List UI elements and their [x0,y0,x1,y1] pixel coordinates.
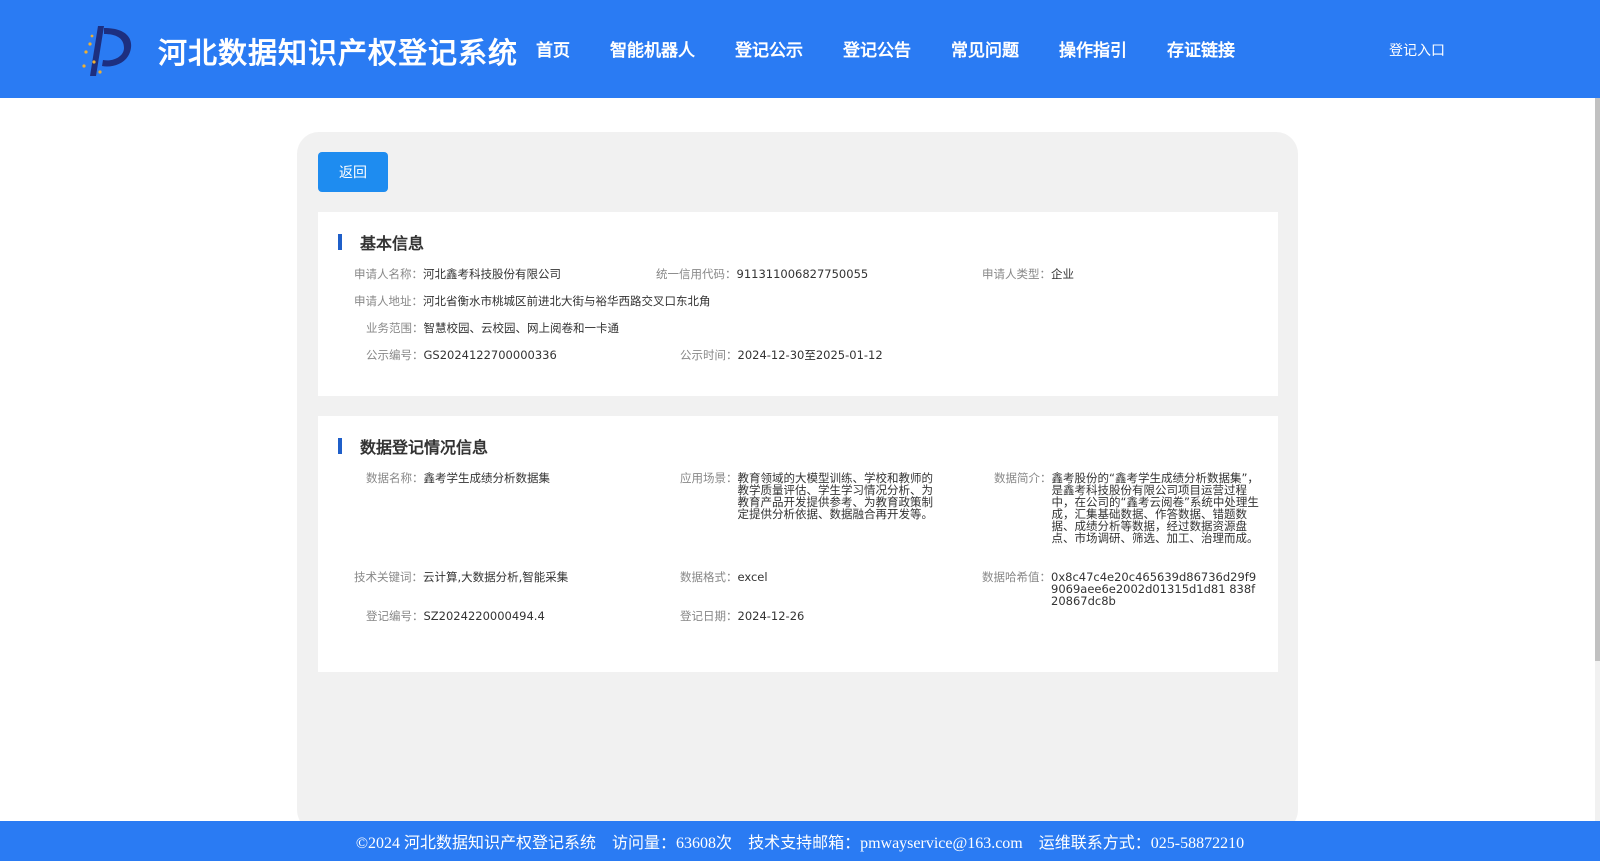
scenario-value: 教育领域的大模型训练、学校和教师的教学质量评估、学生学习情况分析、为教育产品开发… [737,471,934,521]
field-label: 申请人地址： [354,294,423,308]
reg-date-field: 登记日期： 2024-12-26 [680,610,804,622]
data-name-field: 数据名称： 鑫考学生成绩分析数据集 [366,472,666,484]
format-value: excel [737,570,768,584]
basic-info-title: 基本信息 [360,234,425,253]
basic-info-card: 基本信息 申请人名称： 河北鑫考科技股份有限公司 统一信用代码： 9113110… [318,212,1278,396]
nav-registration-notice[interactable]: 登记公示 [735,36,803,61]
section-title: 基本信息 [338,232,425,253]
business-scope-value: 智慧校园、云校园、网上阅卷和一卡通 [423,321,620,335]
reg-date-value: 2024-12-26 [737,609,805,623]
data-name-value: 鑫考学生成绩分析数据集 [423,471,551,485]
data-info-card: 数据登记情况信息 数据名称： 鑫考学生成绩分析数据集 应用场景： 教育领域的大模… [318,416,1278,672]
nav-registration-announcement[interactable]: 登记公告 [843,36,911,61]
notice-time-field: 公示时间： 2024-12-30至2025-01-12 [680,349,883,361]
data-info-title: 数据登记情况信息 [360,438,489,457]
footer-copyright: ©2024 河北数据知识产权登记系统 [355,835,597,852]
field-label: 公示编号： [366,348,424,362]
credit-code-value: 91131100682775005​5 [736,267,869,281]
applicant-type-value: 企业 [1051,267,1074,281]
reg-no-value: SZ2024220000494.4 [423,609,545,623]
top-header: 河北数据知识产权登记系统 首页 智能机器人 登记公示 登记公告 常见问题 操作指… [0,0,1600,98]
keywords-value: 云计算,大数据分析,智能采集 [423,570,569,584]
hash-value: 0x8c47c4e20c465639d86736d29f99069aee6e20… [1051,570,1257,608]
footer-phone: 运维联系方式：025-58872210 [1038,835,1245,852]
intro-value: 鑫考股份的“鑫考学生成绩分析数据集”，是鑫考科技股份有限公司项目运营过程中，在公… [1051,471,1259,545]
business-scope-field: 业务范围： 智慧校园、云校园、网上阅卷和一卡通 [366,322,619,334]
section-marker [338,438,342,454]
back-button[interactable]: 返回 [318,152,388,192]
section-title: 数据登记情况信息 [338,436,489,457]
credit-code-field: 统一信用代码： 91131100682775005​5 [656,268,868,280]
field-label: 业务范围： [366,321,424,335]
applicant-type-field: 申请人类型： 企业 [982,268,1074,280]
address-field: 申请人地址： 河北省衡水市桃城区前进北大街与裕华西路交叉口东北角 [354,295,711,307]
footer-email: 技术支持邮箱：pmwayservice@163.com [748,835,1023,852]
hash-field: 数据哈希值： 0x8c47c4e20c465639d86736d29f99069… [982,571,1262,607]
field-label: 申请人名称： [354,267,423,281]
footer-visits: 访问量：63608次 [612,835,733,852]
field-label: 数据哈希值： [982,570,1051,584]
login-link[interactable]: 登记入口 [1389,40,1445,60]
notice-time-value: 2024-12-30至2025-01-12 [737,348,883,362]
nav-faq[interactable]: 常见问题 [951,36,1019,61]
address-value: 河北省衡水市桃城区前进北大街与裕华西路交叉口东北角 [423,294,711,308]
applicant-name-field: 申请人名称： 河北鑫考科技股份有限公司 [354,268,561,280]
site-title: 河北数据知识产权登记系统 [158,36,519,70]
field-label: 公示时间： [680,348,738,362]
site-logo[interactable] [80,22,136,80]
field-label: 登记编号： [366,609,424,623]
field-label: 数据名称： [366,471,424,485]
applicant-name-value: 河北鑫考科技股份有限公司 [423,267,561,281]
field-label: 申请人类型： [982,267,1051,281]
notice-no-value: GS2024122700000336 [423,348,557,362]
reg-no-field: 登记编号： SZ2024220000494.4 [366,610,545,622]
scrollbar-thumb[interactable] [1595,98,1600,661]
footer: ©2024 河北数据知识产权登记系统 访问量：63608次 技术支持邮箱：pmw… [0,821,1600,861]
nav-guide[interactable]: 操作指引 [1059,36,1127,61]
main-nav: 首页 智能机器人 登记公示 登记公告 常见问题 操作指引 存证链接 [516,36,1255,61]
nav-home[interactable]: 首页 [536,36,570,61]
field-label: 数据格式： [680,570,738,584]
section-marker [338,234,342,250]
scenario-field: 应用场景： 教育领域的大模型训练、学校和教师的教学质量评估、学生学习情况分析、为… [680,472,934,520]
field-label: 登记日期： [680,609,738,623]
field-label: 应用场景： [680,471,738,485]
keywords-field: 技术关键词： 云计算,大数据分析,智能采集 [354,571,666,583]
field-label: 技术关键词： [354,570,423,584]
nav-robot[interactable]: 智能机器人 [610,36,695,61]
field-label: 数据简介： [994,471,1052,485]
intro-field: 数据简介： 鑫考股份的“鑫考学生成绩分析数据集”，是鑫考科技股份有限公司项目运营… [994,472,1260,544]
notice-no-field: 公示编号： GS2024122700000336 [366,349,557,361]
nav-certificate-link[interactable]: 存证链接 [1167,36,1235,61]
format-field: 数据格式： excel [680,571,768,583]
field-label: 统一信用代码： [656,267,737,281]
